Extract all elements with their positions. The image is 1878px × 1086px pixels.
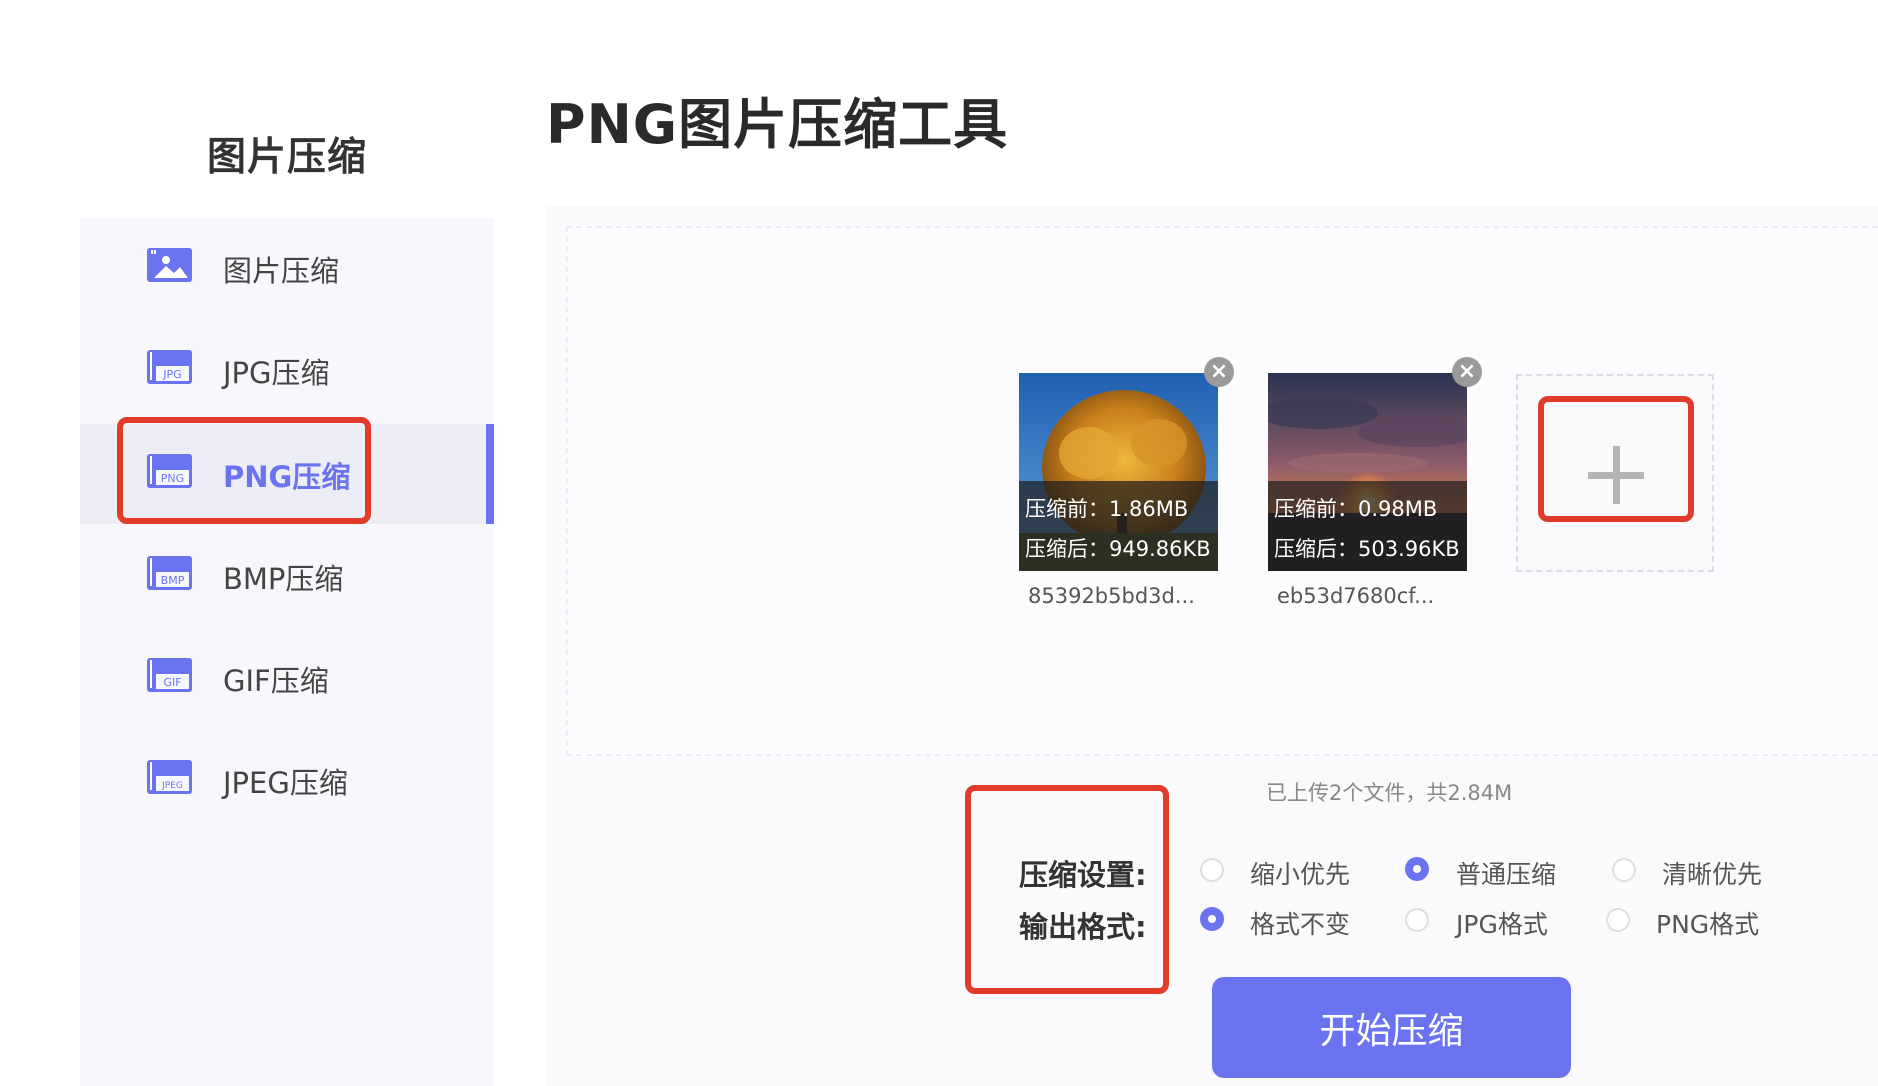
gif-file-icon: GIF: [147, 658, 192, 692]
radio-normal-compress[interactable]: [1405, 857, 1429, 881]
sidebar-item-png-compress[interactable]: PNG PNG压缩: [80, 424, 494, 524]
remove-file-2-button[interactable]: ×: [1452, 357, 1482, 387]
jpeg-file-icon: JPEG: [147, 760, 192, 794]
file-badge: JPG: [162, 368, 181, 381]
radio-label-png-format: PNG格式: [1656, 910, 1760, 939]
close-icon: ×: [1209, 359, 1229, 384]
radio-keep-format[interactable]: [1200, 907, 1224, 931]
sidebar-item-label: GIF压缩: [223, 664, 329, 698]
radio-label-size-priority: 缩小优先: [1250, 860, 1351, 889]
radio-jpg-format[interactable]: [1405, 908, 1429, 932]
png-file-icon: PNG: [147, 454, 192, 488]
size-after: 压缩后：949.86KB: [1025, 537, 1211, 561]
radio-label-keep-format: 格式不变: [1250, 910, 1351, 939]
file-badge: BMP: [161, 574, 185, 587]
sidebar-item-label: BMP压缩: [223, 562, 344, 596]
sidebar-item-label: JPG压缩: [223, 356, 330, 390]
radio-label-clarity-priority: 清晰优先: [1662, 860, 1763, 889]
remove-file-1-button[interactable]: ×: [1204, 357, 1234, 387]
close-icon: ×: [1457, 359, 1477, 384]
page-title: PNG图片压缩工具: [546, 93, 1009, 156]
sidebar-item-label: JPEG压缩: [223, 766, 348, 800]
sidebar-item-image-compress[interactable]: 图片压缩: [80, 218, 494, 318]
page: 图片压缩 图片压缩 JPG JPG压缩 PNG PNG压缩 BMP BMP压缩 …: [0, 0, 1878, 1086]
sidebar: 图片压缩 JPG JPG压缩 PNG PNG压缩 BMP BMP压缩 GIF G…: [80, 218, 494, 1086]
sidebar-title: 图片压缩: [207, 135, 368, 180]
file-size-info: 压缩前：0.98MB 压缩后：503.96KB: [1268, 481, 1467, 571]
sidebar-item-bmp-compress[interactable]: BMP BMP压缩: [80, 526, 494, 626]
file-thumbnail-2[interactable]: 压缩前：0.98MB 压缩后：503.96KB: [1268, 373, 1467, 571]
file-badge: JPEG: [161, 781, 183, 791]
sidebar-item-jpeg-compress[interactable]: JPEG JPEG压缩: [80, 730, 494, 830]
radio-clarity-priority[interactable]: [1612, 858, 1636, 882]
file-badge: GIF: [163, 676, 181, 689]
sidebar-item-label: 图片压缩: [223, 254, 340, 288]
bmp-file-icon: BMP: [147, 556, 192, 590]
sidebar-item-jpg-compress[interactable]: JPG JPG压缩: [80, 320, 494, 420]
output-format-label: 输出格式:: [1019, 910, 1147, 944]
file-badge: PNG: [161, 472, 184, 485]
sidebar-item-gif-compress[interactable]: GIF GIF压缩: [80, 628, 494, 728]
size-after: 压缩后：503.96KB: [1274, 537, 1460, 561]
size-before: 压缩前：1.86MB: [1025, 497, 1189, 521]
file-name-1: 85392b5bd3d...: [1028, 584, 1195, 608]
add-file-button[interactable]: [1516, 374, 1714, 572]
file-thumbnail-1[interactable]: 压缩前：1.86MB 压缩后：949.86KB: [1019, 373, 1218, 571]
radio-size-priority[interactable]: [1200, 858, 1224, 882]
image-file-icon: [147, 248, 192, 282]
size-before: 压缩前：0.98MB: [1274, 497, 1438, 521]
jpg-file-icon: JPG: [147, 350, 192, 384]
sidebar-item-label: PNG压缩: [223, 460, 351, 494]
compression-setting-label: 压缩设置:: [1019, 858, 1147, 892]
file-name-2: eb53d7680cf...: [1277, 584, 1435, 608]
upload-status: 已上传2个文件，共2.84M: [1266, 781, 1513, 805]
start-compress-button[interactable]: 开始压缩: [1212, 977, 1571, 1078]
radio-label-jpg-format: JPG格式: [1456, 910, 1548, 939]
plus-icon-vertical: [1613, 446, 1620, 504]
file-size-info: 压缩前：1.86MB 压缩后：949.86KB: [1019, 481, 1218, 571]
radio-png-format[interactable]: [1606, 908, 1630, 932]
radio-label-normal-compress: 普通压缩: [1456, 860, 1557, 889]
